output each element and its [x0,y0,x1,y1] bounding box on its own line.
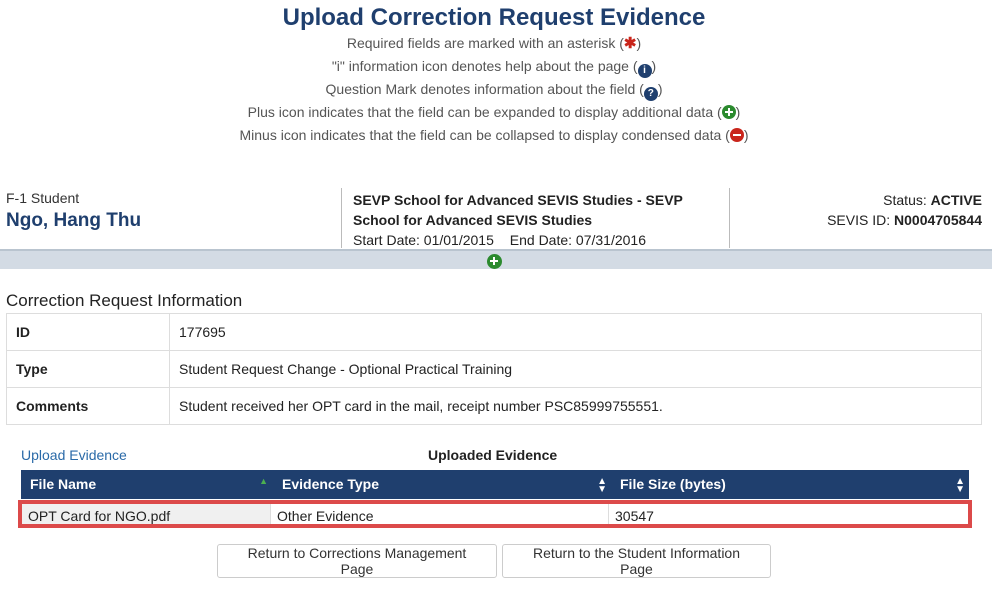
return-corrections-button[interactable]: Return to Corrections Management Page [217,544,497,578]
row-value: Student received her OPT card in the mai… [169,387,982,425]
sort-icon: ▲ ▼ [597,476,607,495]
student-name: Ngo, Hang Thu [6,210,142,231]
student-identity: F-1 Student Ngo, Hang Thu [6,190,141,232]
upload-evidence-link[interactable]: Upload Evidence [21,447,127,463]
legend-text: Minus icon indicates that the field can … [239,127,730,143]
question-icon[interactable]: ? [643,87,658,101]
divider [729,188,730,248]
sevis-id-value: N0004705844 [894,212,982,228]
info-icon[interactable]: i [637,64,652,78]
row-label: ID [6,313,170,351]
cell-evidence-type: Other Evidence [271,504,609,524]
status-value: ACTIVE [930,192,982,208]
status-line: Status: ACTIVE [883,192,982,208]
legend-text: Plus icon indicates that the field can b… [247,104,722,120]
program-dates: Start Date: 01/01/2015 End Date: 07/31/2… [353,232,723,248]
correction-info-table: ID 177695 Type Student Request Change - … [6,313,982,425]
row-value: Student Request Change - Optional Practi… [169,350,982,388]
page-title: Upload Correction Request Evidence [282,4,706,31]
expand-bar[interactable] [0,249,992,269]
legend-text: Required fields are marked with an aster… [346,35,624,51]
school-name: SEVP School for Advanced SEVIS Studies -… [353,192,683,228]
legend-minus: Minus icon indicates that the field can … [239,127,749,143]
table-row: ID 177695 [6,313,982,351]
table-row[interactable]: OPT Card for NGO.pdf Other Evidence 3054… [18,500,972,528]
legend-required: Required fields are marked with an aster… [346,35,642,52]
legend-info: "i" information icon denotes help about … [331,58,657,78]
row-label: Comments [6,387,170,425]
asterisk-icon: ✱ [623,35,637,52]
cell-file-size: 30547 [615,508,654,524]
status-info: Status: ACTIVE SEVIS ID: N0004705844 [827,190,982,230]
column-header-file-size[interactable]: File Size (bytes) ▲ ▼ [611,470,969,499]
table-row: Comments Student received her OPT card i… [6,387,982,425]
plus-icon [721,105,736,119]
sort-icon: ▲ ▼ [955,476,965,495]
start-date: Start Date: 01/01/2015 [353,232,494,248]
cell-file-name: OPT Card for NGO.pdf [22,504,271,524]
school-info: SEVP School for Advanced SEVIS Studies -… [353,190,723,248]
column-header-evidence-type[interactable]: Evidence Type ▲ ▼ [273,470,611,499]
table-row: Type Student Request Change - Optional P… [6,350,982,388]
table-header: File Name ▲ Evidence Type ▲ ▼ File Size (… [21,470,969,499]
column-header-file-name[interactable]: File Name ▲ [21,470,273,499]
row-value: 177695 [169,313,982,351]
minus-icon [729,128,744,142]
divider [341,188,342,248]
legend-question: Question Mark denotes information about … [325,81,663,101]
sort-ascending-icon: ▲ [259,476,268,486]
expand-plus-icon[interactable] [487,254,502,269]
end-date: End Date: 07/31/2016 [509,232,646,248]
uploaded-evidence-title: Uploaded Evidence [428,447,558,463]
legend-text: Question Mark denotes information about … [325,81,644,97]
row-label: Type [6,350,170,388]
legend-text: "i" information icon denotes help about … [331,58,638,74]
evidence-table: File Name ▲ Evidence Type ▲ ▼ File Size (… [18,470,972,528]
legend-plus: Plus icon indicates that the field can b… [247,104,741,120]
section-title: Correction Request Information [6,291,243,310]
student-type: F-1 Student [6,190,80,206]
student-header: F-1 Student Ngo, Hang Thu SEVP School fo… [0,186,992,249]
return-student-info-button[interactable]: Return to the Student Information Page [502,544,771,578]
sevis-id-line: SEVIS ID: N0004705844 [827,212,982,228]
icon-legend: Required fields are marked with an aster… [0,33,988,148]
